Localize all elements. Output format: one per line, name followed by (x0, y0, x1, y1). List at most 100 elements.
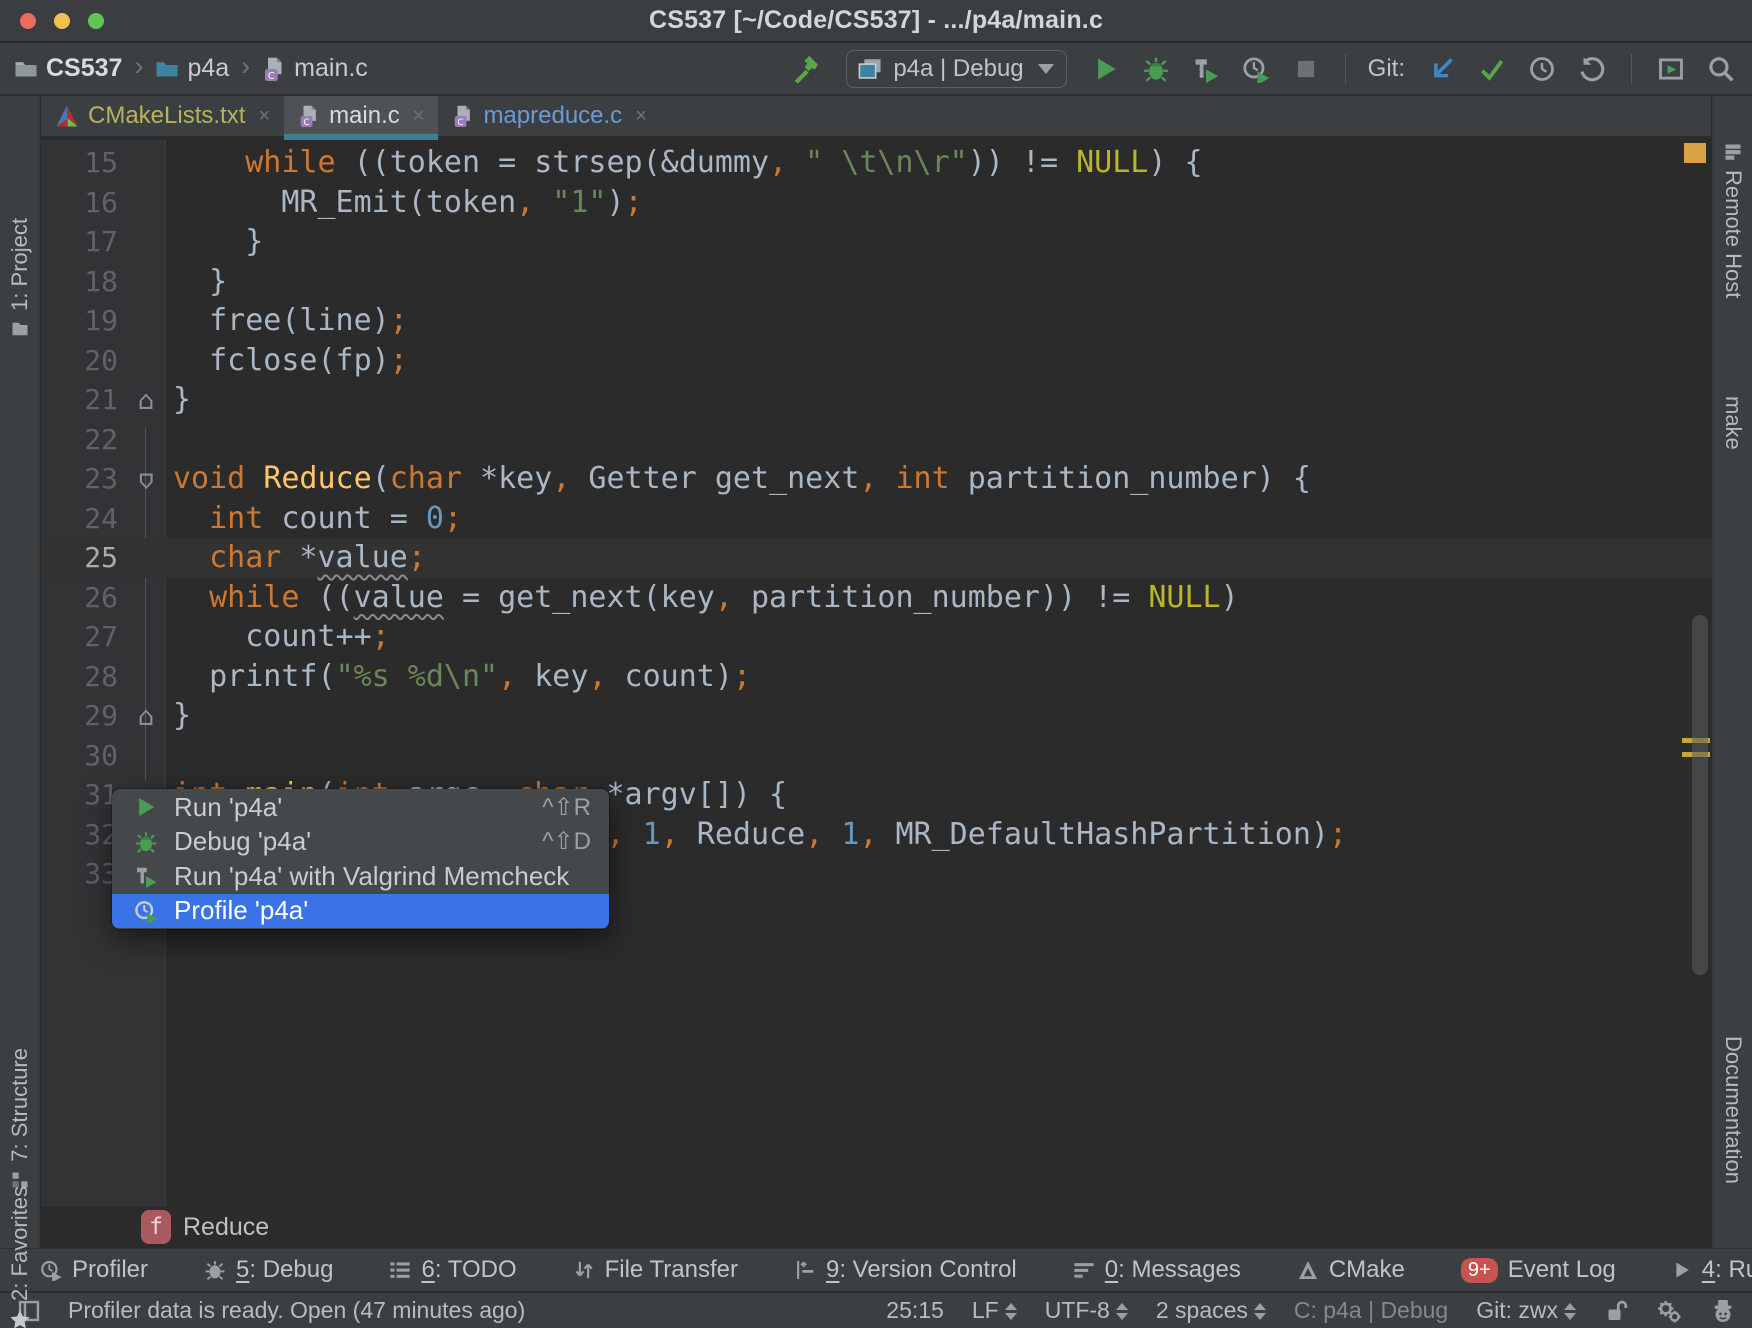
close-tab-icon[interactable]: × (413, 105, 425, 128)
unlock-icon[interactable] (1604, 1299, 1628, 1323)
fold-end-icon[interactable]: ⌂ (126, 696, 166, 736)
right-tool-stripe: Remote Host make Documentation (1712, 96, 1752, 1248)
menu-item-run[interactable]: Run 'p4a' ^⇧R (112, 790, 609, 825)
run-icon (132, 795, 160, 819)
code-line[interactable]: 21⌂} (41, 380, 1712, 420)
svg-text:C: C (458, 118, 464, 128)
active-config-label[interactable]: C: p4a | Debug (1294, 1297, 1448, 1324)
tab-cmakelists[interactable]: CMakeLists.txt × (41, 96, 284, 136)
chevron-down-icon (1038, 64, 1054, 74)
navigation-bar: CS537 › p4a › C main.c p4a | Debug (0, 43, 1752, 95)
code-line[interactable]: 26 while ((value = get_next(key, partiti… (41, 578, 1712, 618)
toolwindow-cmake[interactable]: CMake (1297, 1256, 1405, 1284)
code-line[interactable]: 30 (41, 736, 1712, 776)
svg-text:C: C (268, 70, 275, 81)
updown-icon (1116, 1303, 1128, 1320)
code-line[interactable]: 15 while ((token = strsep(&dummy, " \t\n… (41, 143, 1712, 183)
line-separator-select[interactable]: LF (972, 1297, 1017, 1324)
run-context-menu: Run 'p4a' ^⇧R Debug 'p4a' ^⇧D Run 'p4a' … (112, 789, 609, 929)
minimize-window-button[interactable] (54, 13, 70, 29)
run-button[interactable] (1089, 52, 1123, 86)
debug-button[interactable] (1139, 52, 1173, 86)
code-editor[interactable]: 15 while ((token = strsep(&dummy, " \t\n… (41, 140, 1712, 1206)
rollback-icon[interactable] (1575, 52, 1609, 86)
file-transfer-icon (573, 1259, 595, 1281)
code-line[interactable]: 24 int count = 0; (41, 499, 1712, 539)
run-configuration-select[interactable]: p4a | Debug (846, 50, 1066, 88)
fold-end-icon[interactable]: ⌂ (126, 380, 166, 420)
todo-list-icon (389, 1259, 411, 1281)
history-clock-icon[interactable] (1525, 52, 1559, 86)
close-window-button[interactable] (20, 13, 36, 29)
build-hammer-icon[interactable] (790, 52, 824, 86)
code-line[interactable]: 18 } (41, 262, 1712, 302)
inspector-face-icon[interactable] (1710, 1298, 1736, 1324)
toolwindow-run[interactable]: 4: Run (1672, 1256, 1752, 1284)
breadcrumb-file[interactable]: C main.c (262, 54, 368, 83)
breadcrumb-project[interactable]: CS537 (14, 54, 122, 83)
sidebar-item-make[interactable]: make (1713, 396, 1752, 450)
breadcrumb-function-name[interactable]: Reduce (183, 1213, 269, 1242)
status-message[interactable]: Profiler data is ready. Open (47 minutes… (68, 1297, 525, 1324)
sidebar-item-project[interactable]: 1: Project (0, 218, 40, 339)
indent-select[interactable]: 2 spaces (1156, 1297, 1266, 1324)
toolwindow-file-transfer[interactable]: File Transfer (573, 1256, 738, 1284)
code-line[interactable]: 25 char *value; (41, 538, 1712, 578)
breadcrumb-separator: › (239, 51, 252, 82)
encoding-select[interactable]: UTF-8 (1045, 1297, 1128, 1324)
git-commit-check-icon[interactable] (1475, 52, 1509, 86)
search-icon[interactable] (1704, 52, 1738, 86)
c-file-icon: C (262, 56, 286, 82)
toolwindow-profiler[interactable]: Profiler (40, 1256, 148, 1284)
toolwindow-debug[interactable]: 5: Debug (204, 1256, 333, 1284)
sidebar-item-structure[interactable]: 7: Structure (0, 1048, 40, 1190)
sidebar-item-remote-host[interactable]: Remote Host (1713, 142, 1752, 298)
close-tab-icon[interactable]: × (258, 105, 270, 128)
tab-main-c[interactable]: C main.c × (284, 96, 438, 136)
code-line[interactable]: 29⌂} (41, 696, 1712, 736)
toolwindow-messages[interactable]: 0: Messages (1073, 1256, 1241, 1284)
star-icon (9, 1309, 31, 1328)
code-line[interactable]: 23⌂void Reduce(char *key, Getter get_nex… (41, 459, 1712, 499)
code-line[interactable]: 22 (41, 420, 1712, 460)
menu-item-valgrind[interactable]: Run 'p4a' with Valgrind Memcheck (112, 859, 609, 894)
code-line[interactable]: 27 count++; (41, 617, 1712, 657)
close-tab-icon[interactable]: × (635, 105, 647, 128)
code-line[interactable]: 19 free(line); (41, 301, 1712, 341)
c-file-icon: C (298, 104, 320, 128)
tab-mapreduce-c[interactable]: C mapreduce.c × (438, 96, 660, 136)
toolwindow-version-control[interactable]: 9: Version Control (794, 1256, 1017, 1284)
git-update-icon[interactable] (1425, 52, 1459, 86)
code-line[interactable]: 16 MR_Emit(token, "1"); (41, 183, 1712, 223)
sidebar-item-documentation[interactable]: Documentation (1713, 1036, 1752, 1184)
menu-item-profile[interactable]: Profile 'p4a' (112, 894, 609, 929)
code-line[interactable]: 20 fclose(fp); (41, 341, 1712, 381)
inspection-indicator[interactable] (1684, 143, 1706, 163)
profiler-run-button[interactable] (1239, 52, 1273, 86)
caret-position[interactable]: 25:15 (886, 1297, 944, 1324)
messages-icon (1073, 1259, 1095, 1281)
run-window-icon[interactable] (1654, 52, 1688, 86)
stop-button (1289, 52, 1323, 86)
valgrind-run-button[interactable] (1189, 52, 1223, 86)
profiler-icon (40, 1259, 62, 1281)
breadcrumb-folder[interactable]: p4a (155, 54, 229, 83)
gears-icon[interactable] (1656, 1298, 1682, 1324)
debug-icon (132, 830, 160, 854)
svg-text:C: C (303, 118, 309, 128)
window-title: CS537 [~/Code/CS537] - .../p4a/main.c (649, 6, 1103, 35)
tool-window-bar: Profiler 5: Debug 6: TODO File Transfer … (0, 1248, 1752, 1291)
editor-scrollbar[interactable] (1692, 615, 1708, 975)
cmake-icon (1297, 1259, 1319, 1281)
code-line[interactable]: 28 printf("%s %d\n", key, count); (41, 657, 1712, 697)
zoom-window-button[interactable] (88, 13, 104, 29)
editor-breadcrumb-bar: f Reduce (41, 1206, 1712, 1247)
toolwindow-todo[interactable]: 6: TODO (389, 1256, 516, 1284)
toolwindow-event-log[interactable]: 9+ Event Log (1461, 1256, 1616, 1284)
fold-start-icon[interactable]: ⌂ (126, 459, 166, 499)
sidebar-item-favorites[interactable]: 2: Favorites (0, 1186, 40, 1328)
version-control-icon (794, 1259, 816, 1281)
menu-item-debug[interactable]: Debug 'p4a' ^⇧D (112, 825, 609, 860)
git-branch-select[interactable]: Git: zwx (1476, 1297, 1576, 1324)
code-line[interactable]: 17 } (41, 222, 1712, 262)
